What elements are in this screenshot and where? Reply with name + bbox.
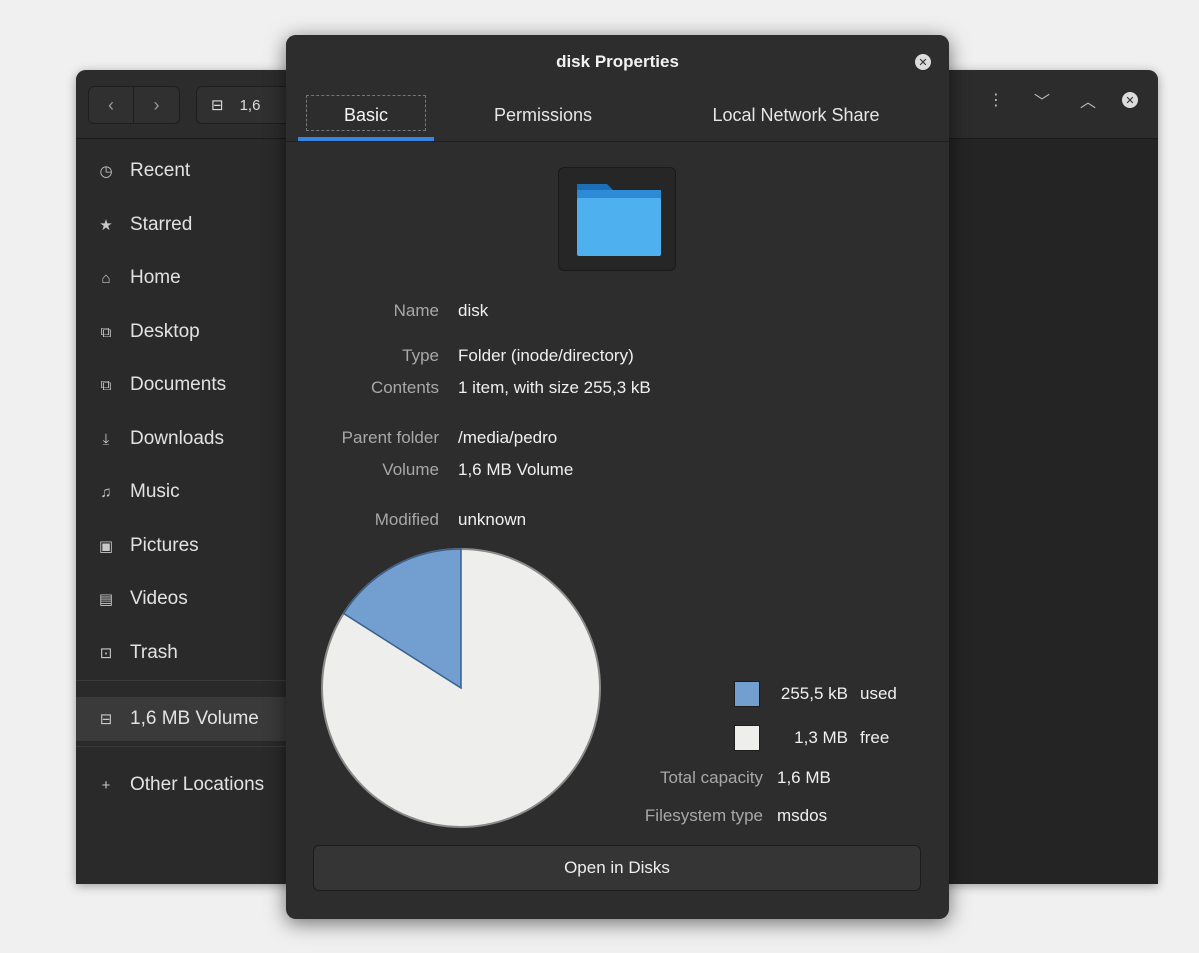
trash-icon: ⊡ xyxy=(99,645,113,662)
sidebar-item-label: Pictures xyxy=(130,535,199,556)
videos-icon: ▤ xyxy=(98,591,114,608)
free-word: free xyxy=(860,728,890,747)
used-word: used xyxy=(860,684,897,703)
properties-dialog: disk Properties ✕ Basic Permissions Loca… xyxy=(286,35,949,919)
window-controls: ⋮ ﹀ ︿ ✕ xyxy=(984,88,1138,112)
filesystem-type-label: Filesystem type xyxy=(644,806,763,825)
pictures-icon: ▣ xyxy=(98,538,114,555)
sidebar-item-videos[interactable]: ▤ Videos xyxy=(76,577,288,621)
forward-button[interactable]: › xyxy=(134,86,180,124)
sidebar-separator xyxy=(76,746,288,747)
sidebar-item-pictures[interactable]: ▣ Pictures xyxy=(76,524,288,568)
modified-label: Modified xyxy=(374,510,439,529)
sidebar-item-other-locations[interactable]: + Other Locations xyxy=(76,763,288,807)
volume-value: 1,6 MB Volume xyxy=(458,460,574,479)
navigation-buttons: ‹ › xyxy=(88,86,180,124)
close-window-button[interactable]: ✕ xyxy=(1122,92,1138,108)
tab-permissions[interactable]: Permissions xyxy=(468,89,618,141)
sidebar-item-label: 1,6 MB Volume xyxy=(130,708,259,729)
sidebar-item-music[interactable]: ♫ Music xyxy=(76,470,288,514)
sidebar-item-recent[interactable]: ◷ Recent xyxy=(76,149,288,193)
filesystem-type-value: msdos xyxy=(777,806,828,825)
documents-icon: ⧉ xyxy=(100,376,112,394)
folder-icon-button[interactable] xyxy=(558,167,676,271)
used-amount: 255,5 kB xyxy=(780,684,848,703)
sidebar-item-label: Desktop xyxy=(130,321,200,342)
sidebar-item-home[interactable]: ⌂ Home xyxy=(76,256,288,300)
dialog-title: disk Properties xyxy=(556,52,679,71)
total-capacity-value: 1,6 MB xyxy=(777,768,831,787)
tab-local-network-share[interactable]: Local Network Share xyxy=(676,89,916,141)
clock-icon: ◷ xyxy=(99,163,113,180)
legend-used: 255,5 kB used xyxy=(734,681,897,707)
menu-icon[interactable]: ⋮ xyxy=(984,90,1008,110)
minimize-button[interactable]: ﹀ xyxy=(1030,88,1054,112)
name-value[interactable]: disk xyxy=(458,301,488,321)
active-tab-indicator xyxy=(298,137,434,141)
home-icon: ⌂ xyxy=(101,269,111,287)
tab-bar: Basic Permissions Local Network Share xyxy=(286,89,949,142)
sidebar-item-desktop[interactable]: ⧉ Desktop xyxy=(76,310,288,354)
sidebar-item-trash[interactable]: ⊡ Trash xyxy=(76,631,288,675)
sidebar-item-label: Trash xyxy=(130,642,178,663)
back-button[interactable]: ‹ xyxy=(88,86,134,124)
type-value: Folder (inode/directory) xyxy=(458,346,634,365)
used-color-swatch xyxy=(734,681,760,707)
total-capacity-label: Total capacity xyxy=(660,768,763,787)
sidebar: ◷ Recent ★ Starred ⌂ Home ⧉ Desktop ⧉ Documents ⤓ D… xyxy=(76,139,288,884)
tab-basic[interactable]: Basic xyxy=(306,89,426,141)
plus-icon: + xyxy=(101,776,111,794)
sidebar-item-label: Videos xyxy=(130,588,188,609)
dialog-titlebar: disk Properties ✕ xyxy=(286,35,949,89)
sidebar-item-label: Recent xyxy=(130,160,191,181)
sidebar-item-documents[interactable]: ⧉ Documents xyxy=(76,363,288,407)
name-label: Name xyxy=(393,301,439,320)
usage-pie-chart xyxy=(321,548,601,828)
sidebar-item-downloads[interactable]: ⤓ Downloads xyxy=(76,417,288,461)
legend-free: 1,3 MB free xyxy=(734,725,889,751)
chevron-right-icon: › xyxy=(153,94,160,115)
sidebar-item-label: Starred xyxy=(130,214,193,235)
free-color-swatch xyxy=(734,725,760,751)
sidebar-item-starred[interactable]: ★ Starred xyxy=(76,203,288,247)
sidebar-item-label: Other Locations xyxy=(130,774,265,795)
contents-label: Contents xyxy=(370,378,439,397)
chevron-left-icon: ‹ xyxy=(108,94,114,115)
sidebar-item-label: Documents xyxy=(130,374,227,395)
contents-value: 1 item, with size 255,3 kB xyxy=(458,378,651,397)
free-amount: 1,3 MB xyxy=(794,728,848,747)
folder-icon xyxy=(577,184,661,256)
music-icon: ♫ xyxy=(100,483,112,501)
sidebar-item-label: Downloads xyxy=(130,428,224,449)
close-icon: ✕ xyxy=(918,56,928,69)
star-icon: ★ xyxy=(99,217,113,234)
drive-icon: ⊟ xyxy=(99,711,113,728)
modified-value: unknown xyxy=(458,510,527,529)
location-label: 1,6 xyxy=(239,96,261,114)
sidebar-item-label: Home xyxy=(130,267,181,288)
parent-folder-value[interactable]: /media/pedro xyxy=(458,428,557,448)
open-in-disks-button[interactable]: Open in Disks xyxy=(313,845,921,891)
maximize-button[interactable]: ︿ xyxy=(1076,88,1100,112)
download-icon: ⤓ xyxy=(102,430,110,448)
drive-icon: ⊟ xyxy=(211,97,224,114)
sidebar-item-1-6-mb-volume[interactable]: ⊟ 1,6 MB Volume xyxy=(76,697,288,741)
sidebar-separator xyxy=(76,680,288,681)
sidebar-item-label: Music xyxy=(130,481,180,502)
desktop-icon: ⧉ xyxy=(100,323,112,341)
parent-folder-label: Parent folder xyxy=(341,428,439,447)
type-label: Type xyxy=(402,346,439,365)
dialog-close-button[interactable]: ✕ xyxy=(915,54,931,70)
volume-label: Volume xyxy=(382,460,439,479)
